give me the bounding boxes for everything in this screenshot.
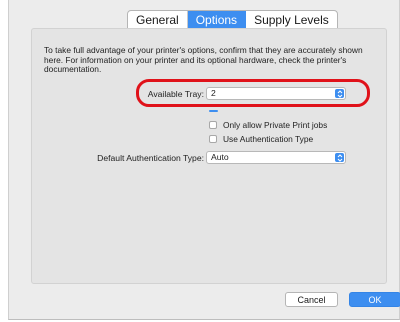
auth-type-option[interactable]: Use Authentication Type xyxy=(209,134,313,144)
private-print-checkbox[interactable] xyxy=(209,121,217,129)
default-auth-value: Auto xyxy=(211,152,229,162)
clipped-control-edge xyxy=(209,110,218,112)
printer-options-dialog: General Options Supply Levels To take fu… xyxy=(8,0,400,320)
private-print-option[interactable]: Only allow Private Print jobs xyxy=(209,120,327,130)
updown-arrows-icon xyxy=(335,153,344,162)
options-panel: To take full advantage of your printer's… xyxy=(31,28,387,284)
auth-type-checkbox[interactable] xyxy=(209,135,217,143)
ok-button[interactable]: OK xyxy=(349,292,400,307)
available-tray-highlight xyxy=(136,79,370,107)
default-auth-label: Default Authentication Type: xyxy=(97,153,204,163)
options-description: To take full advantage of your printer's… xyxy=(44,45,363,75)
default-auth-popup[interactable]: Auto xyxy=(206,151,346,164)
private-print-label: Only allow Private Print jobs xyxy=(223,120,328,130)
cancel-button[interactable]: Cancel xyxy=(285,292,338,307)
auth-type-label: Use Authentication Type xyxy=(223,134,314,144)
